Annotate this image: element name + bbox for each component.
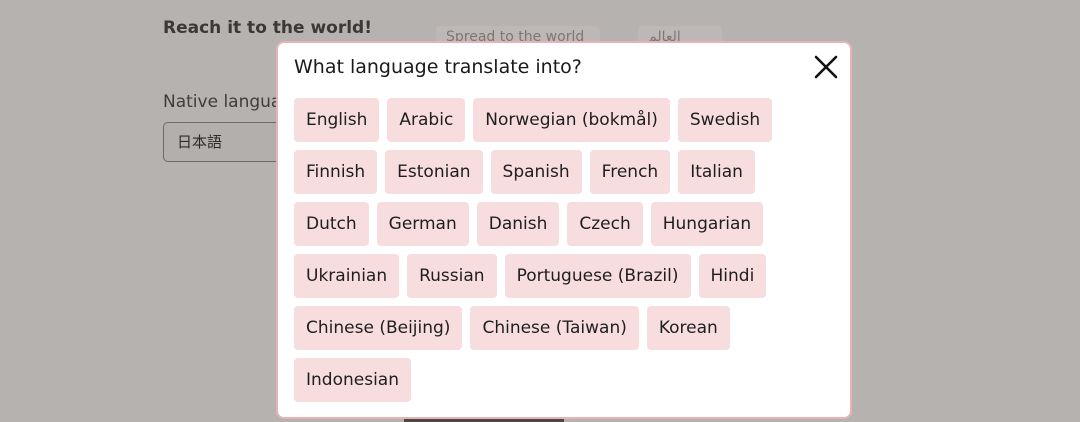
language-row: English Arabic Norwegian (bokmål) Swedis… (294, 98, 834, 142)
language-option-portuguese-brazil[interactable]: Portuguese (Brazil) (504, 254, 691, 298)
page-heading: Reach it to the world! (163, 18, 372, 38)
language-row: Dutch German Danish Czech Hungarian (294, 202, 834, 246)
language-row: Indonesian (294, 358, 834, 402)
language-option-chinese-beijing[interactable]: Chinese (Beijing) (294, 306, 463, 350)
close-button[interactable] (812, 53, 840, 81)
language-option-norwegian[interactable]: Norwegian (bokmål) (473, 98, 670, 142)
language-option-spanish[interactable]: Spanish (490, 150, 582, 194)
language-option-czech[interactable]: Czech (567, 202, 643, 246)
language-option-german[interactable]: German (376, 202, 469, 246)
close-icon (814, 55, 838, 79)
language-option-italian[interactable]: Italian (678, 150, 755, 194)
language-option-estonian[interactable]: Estonian (385, 150, 483, 194)
language-option-chinese-taiwan[interactable]: Chinese (Taiwan) (470, 306, 639, 350)
language-option-french[interactable]: French (589, 150, 671, 194)
language-row: Ukrainian Russian Portuguese (Brazil) Hi… (294, 254, 834, 298)
language-option-indonesian[interactable]: Indonesian (294, 358, 411, 402)
language-row: Chinese (Beijing) Chinese (Taiwan) Korea… (294, 306, 834, 350)
language-row: Finnish Estonian Spanish French Italian (294, 150, 834, 194)
language-option-swedish[interactable]: Swedish (677, 98, 773, 142)
language-option-korean[interactable]: Korean (646, 306, 730, 350)
language-option-english[interactable]: English (294, 98, 380, 142)
language-option-arabic[interactable]: Arabic (387, 98, 466, 142)
dialog-title: What language translate into? (294, 56, 582, 78)
language-option-finnish[interactable]: Finnish (294, 150, 378, 194)
language-options: English Arabic Norwegian (bokmål) Swedis… (294, 98, 834, 410)
language-option-ukrainian[interactable]: Ukrainian (294, 254, 400, 298)
language-option-hindi[interactable]: Hindi (698, 254, 767, 298)
language-option-russian[interactable]: Russian (407, 254, 497, 298)
language-option-hungarian[interactable]: Hungarian (650, 202, 764, 246)
language-option-danish[interactable]: Danish (476, 202, 560, 246)
language-dialog: What language translate into? English Ar… (276, 41, 852, 419)
language-option-dutch[interactable]: Dutch (294, 202, 369, 246)
